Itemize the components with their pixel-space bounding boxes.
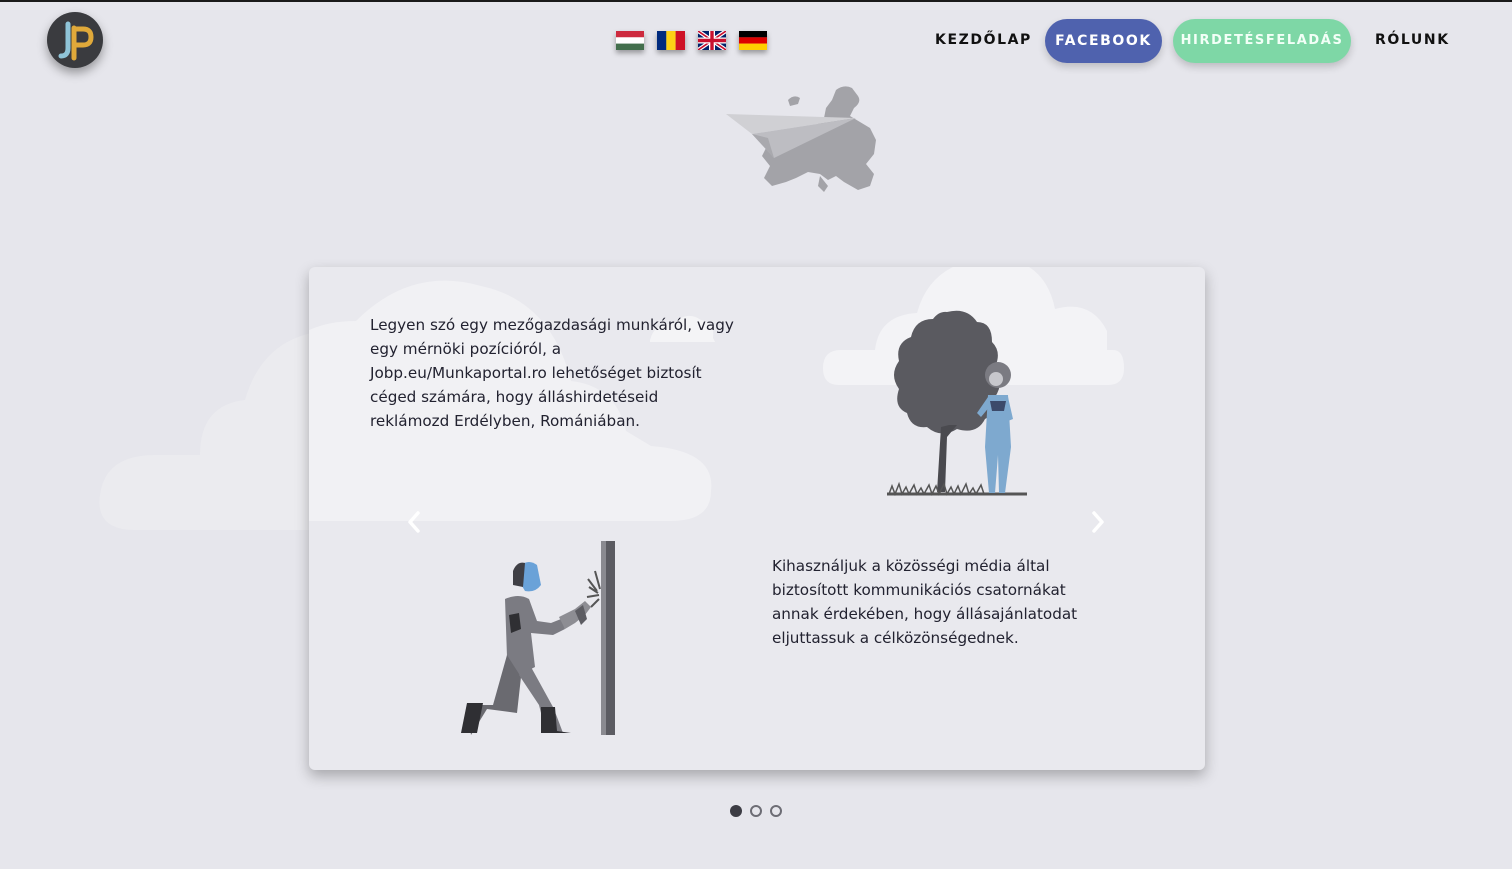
top-border	[0, 0, 1512, 2]
slide-text-top: Legyen szó egy mezőgazdasági munkáról, v…	[370, 316, 734, 430]
slide-dot-2[interactable]	[750, 805, 762, 817]
flag-uk-icon[interactable]	[698, 31, 726, 50]
post-ad-button[interactable]: HIRDETÉSFELADÁS	[1173, 19, 1351, 63]
tree-worker-illustration	[887, 310, 1027, 497]
nav-about-link[interactable]: RÓLUNK	[1375, 30, 1450, 50]
site-logo[interactable]	[47, 12, 103, 68]
jp-logo-icon	[58, 21, 94, 61]
flag-germany-icon[interactable]	[739, 31, 767, 50]
slide-dot-3[interactable]	[770, 805, 782, 817]
facebook-button[interactable]: FACEBOOK	[1045, 19, 1162, 63]
chevron-left-icon[interactable]	[405, 510, 423, 534]
slide-text-bottom: Kihasználjuk a közösségi média által biz…	[772, 557, 1078, 647]
chevron-right-icon[interactable]	[1089, 510, 1107, 534]
flag-romania-icon[interactable]	[657, 31, 685, 50]
flag-hungary-icon[interactable]	[616, 31, 644, 50]
nav-home-link[interactable]: KEZDŐLAP	[935, 30, 1032, 50]
europe-map-illustration	[726, 86, 876, 192]
welder-illustration	[461, 541, 615, 735]
slide-dot-1[interactable]	[730, 805, 742, 817]
slider-card: Legyen szó egy mezőgazdasági munkáról, v…	[309, 267, 1205, 770]
